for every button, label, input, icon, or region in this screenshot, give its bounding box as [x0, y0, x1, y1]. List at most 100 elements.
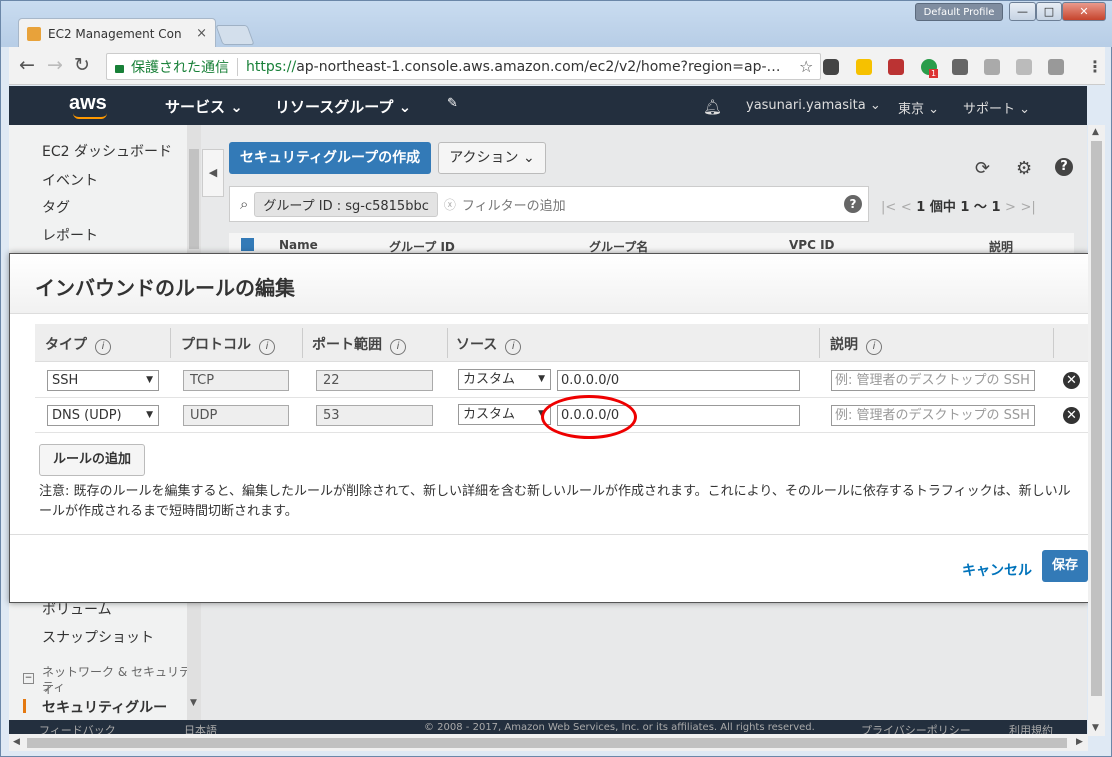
- source-type-select[interactable]: カスタム ▼: [458, 404, 551, 425]
- filter-help-icon[interactable]: ?: [844, 195, 862, 213]
- extension-icon[interactable]: [952, 59, 968, 75]
- profile-badge[interactable]: Default Profile: [915, 3, 1003, 21]
- browser-tab[interactable]: EC2 Management Con ×: [18, 18, 216, 48]
- notification-bell-icon[interactable]: 🔔︎: [703, 98, 722, 116]
- remove-rule-icon[interactable]: ✕: [1063, 407, 1080, 424]
- collapse-sidebar-icon[interactable]: ◀: [202, 149, 224, 197]
- dropbox-extension-icon[interactable]: [1016, 59, 1032, 75]
- sidebar-item-tags[interactable]: タグ: [42, 197, 70, 217]
- actions-button[interactable]: アクション ⌄: [438, 142, 546, 174]
- collapse-section-icon[interactable]: −: [23, 673, 34, 684]
- next-page-icon[interactable]: >: [1005, 200, 1016, 215]
- dialog-header: インバウンドのルールの編集: [10, 254, 1088, 314]
- rule-row: SSH ▼ TCP 22 カスタム ▼ 0.0.0.0/0 例: 管理者のデスクトッ…: [35, 363, 1088, 398]
- help-icon[interactable]: ?: [1055, 158, 1073, 176]
- prev-page-icon[interactable]: <: [901, 200, 912, 215]
- services-menu[interactable]: サービス ⌄: [165, 96, 243, 117]
- header-description-label: 説明: [830, 337, 858, 353]
- filter-chip[interactable]: グループ ID : sg-c5815bbc: [254, 191, 438, 217]
- reload-icon[interactable]: ↻: [74, 55, 90, 75]
- browser-menu-icon[interactable]: ⋮: [1087, 57, 1103, 76]
- extension-icon[interactable]: [888, 59, 904, 75]
- last-page-icon[interactable]: >|: [1020, 200, 1035, 215]
- support-menu[interactable]: サポート ⌄: [963, 98, 1030, 117]
- info-icon[interactable]: i: [390, 339, 406, 355]
- header-port-range-label: ポート範囲: [312, 337, 382, 353]
- scroll-up-icon[interactable]: ▲: [1092, 127, 1099, 137]
- add-rule-button[interactable]: ルールの追加: [39, 444, 145, 476]
- scroll-down-icon[interactable]: ▼: [1092, 723, 1099, 733]
- aws-logo-smile: [73, 113, 107, 119]
- source-type-value: カスタム: [463, 407, 516, 422]
- rules-header: タイプ i プロトコル i ポート範囲 i ソース i 説明 i: [35, 324, 1088, 362]
- type-select[interactable]: DNS (UDP) ▼: [47, 405, 159, 426]
- create-security-group-button[interactable]: セキュリティグループの作成: [229, 142, 431, 174]
- feedback-link[interactable]: フィードバック: [39, 722, 116, 734]
- title-bar: EC2 Management Con × Default Profile — □…: [1, 1, 1112, 48]
- lock-icon: [115, 64, 124, 73]
- region-menu[interactable]: 東京 ⌄: [898, 98, 939, 117]
- info-icon[interactable]: i: [95, 339, 111, 355]
- pin-icon[interactable]: ✎: [447, 96, 458, 111]
- page-info: 1 個中 1 〜 1: [916, 200, 1001, 215]
- header-protocol-label: プロトコル: [181, 337, 251, 353]
- scroll-right-icon[interactable]: ▶: [1076, 737, 1083, 747]
- secure-label: 保護された通信: [131, 59, 229, 76]
- save-button[interactable]: 保存: [1042, 550, 1088, 582]
- refresh-icon[interactable]: ⟳: [975, 158, 990, 179]
- info-icon[interactable]: i: [866, 339, 882, 355]
- bookmark-star-icon[interactable]: ☆: [799, 57, 813, 76]
- language-selector[interactable]: 日本語: [184, 722, 217, 734]
- minimize-icon[interactable]: —: [1009, 2, 1036, 21]
- type-select[interactable]: SSH ▼: [47, 370, 159, 391]
- remove-filter-icon[interactable]: ⓧ: [444, 196, 456, 213]
- filter-bar[interactable]: ⌕ グループ ID : sg-c5815bbc ⓧ フィルターの追加: [229, 186, 869, 222]
- maximize-icon[interactable]: □: [1036, 2, 1062, 21]
- address-bar[interactable]: 保護された通信 https:// ap-northeast-1.console.…: [106, 53, 821, 80]
- select-all-checkbox[interactable]: [241, 238, 254, 251]
- sidebar-item-reports[interactable]: レポート: [42, 225, 98, 245]
- sidebar-item-ec2-dashboard[interactable]: EC2 ダッシュボード: [42, 141, 172, 161]
- terms-link[interactable]: 利用規約: [1009, 722, 1053, 734]
- info-icon[interactable]: i: [505, 339, 522, 355]
- page-horizontal-scroll-thumb[interactable]: [27, 738, 1067, 748]
- drive-extension-icon[interactable]: [984, 59, 1000, 75]
- source-cidr-input[interactable]: 0.0.0.0/0: [557, 370, 800, 391]
- close-window-icon[interactable]: ✕: [1062, 2, 1106, 21]
- dialog-divider: [10, 534, 1088, 535]
- aws-logo[interactable]: aws: [69, 92, 107, 115]
- privacy-policy-link[interactable]: プライバシーポリシー: [861, 722, 971, 734]
- info-icon[interactable]: i: [259, 339, 275, 355]
- sidebar-item-snapshots[interactable]: スナップショット: [42, 627, 154, 647]
- resource-groups-menu[interactable]: リソースグループ ⌄: [275, 96, 411, 117]
- forward-icon[interactable]: →: [47, 55, 63, 75]
- column-header-vpc-id[interactable]: VPC ID: [789, 238, 835, 252]
- source-type-select[interactable]: カスタム ▼: [458, 369, 551, 390]
- port-range-field: 53: [316, 405, 433, 426]
- pocket-extension-icon[interactable]: [823, 59, 839, 75]
- new-tab-button[interactable]: [215, 25, 255, 45]
- sidebar-item-events[interactable]: イベント: [42, 170, 98, 190]
- browser-window: EC2 Management Con × Default Profile — □…: [0, 0, 1112, 757]
- back-icon[interactable]: ←: [19, 55, 35, 75]
- user-menu[interactable]: yasunari.yamasita ⌄: [746, 98, 881, 113]
- description-input[interactable]: 例: 管理者のデスクトップの SSH: [831, 405, 1035, 426]
- type-value: DNS (UDP): [52, 408, 122, 423]
- sidebar-scroll-thumb[interactable]: [189, 149, 199, 249]
- sidebar-scroll-down-icon[interactable]: ▼: [190, 698, 197, 708]
- first-page-icon[interactable]: |<: [881, 200, 896, 215]
- column-header-name[interactable]: Name: [279, 238, 318, 252]
- settings-gear-icon[interactable]: ⚙: [1016, 158, 1032, 179]
- type-value: SSH: [52, 373, 79, 388]
- scroll-left-icon[interactable]: ◀: [13, 737, 20, 747]
- tab-close-icon[interactable]: ×: [196, 26, 207, 41]
- extension-icon[interactable]: [856, 59, 872, 75]
- description-input[interactable]: 例: 管理者のデスクトップの SSH: [831, 370, 1035, 391]
- sidebar-item-security-groups[interactable]: セキュリティグルー: [42, 697, 167, 717]
- pdf-extension-icon[interactable]: [1048, 59, 1064, 75]
- remove-rule-icon[interactable]: ✕: [1063, 372, 1080, 389]
- page-vertical-scroll-thumb[interactable]: [1091, 141, 1102, 696]
- column-divider: [1053, 328, 1054, 358]
- url-scheme: https://: [246, 58, 297, 75]
- cancel-button[interactable]: キャンセル: [962, 560, 1032, 580]
